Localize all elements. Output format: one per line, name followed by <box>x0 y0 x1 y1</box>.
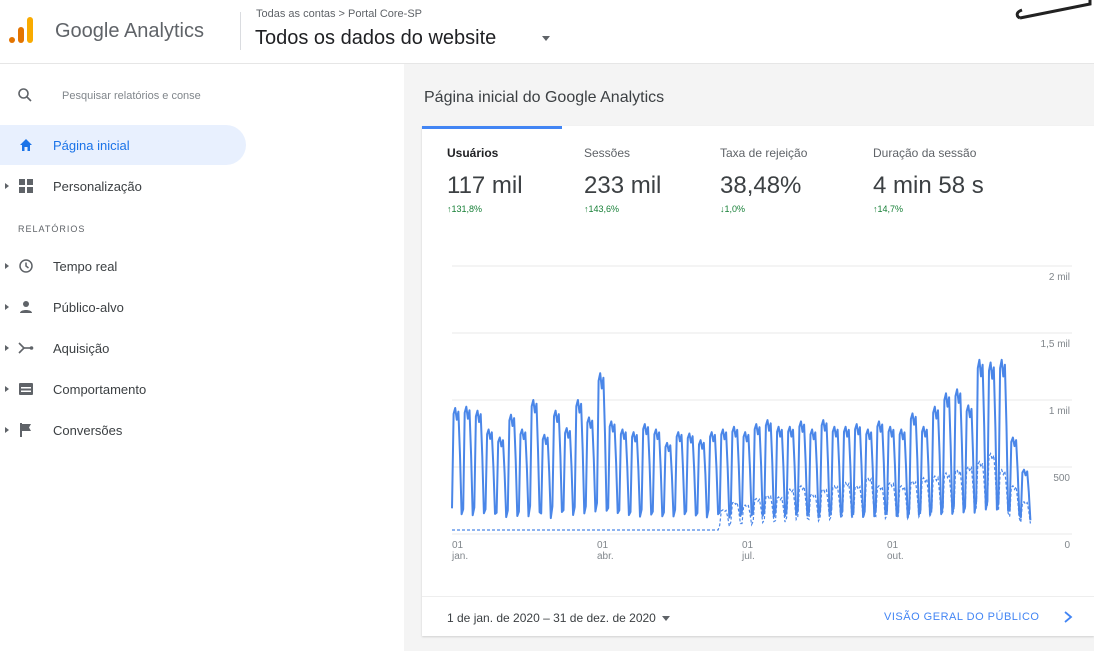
metric-label: Sessões <box>584 146 631 160</box>
view-selector[interactable]: Todos os dados do website <box>255 27 496 50</box>
metric-delta: ↑143,6% <box>584 204 620 214</box>
metric-bounce-rate[interactable]: Taxa de rejeição 38,48% ↓1,0% <box>720 146 807 214</box>
sidebar-item-label: Aquisição <box>53 341 110 356</box>
expand-arrow-icon[interactable] <box>5 345 9 351</box>
breadcrumb[interactable]: Todas as contas > Portal Core-SP <box>256 8 422 20</box>
dashboard-grid-icon <box>19 179 33 193</box>
flag-icon <box>20 423 31 437</box>
home-icon <box>20 139 32 151</box>
search-icon[interactable] <box>17 87 33 103</box>
users-line-chart[interactable]: 2 mil1,5 mil1 mil500001jan.01abr.01jul.0… <box>422 256 1094 576</box>
metric-delta: ↑14,7% <box>873 204 904 214</box>
search-row <box>0 78 250 114</box>
reports-section-title: RELATÓRIOS <box>18 224 86 234</box>
sidebar-item-label: Personalização <box>53 179 142 194</box>
clock-icon <box>19 259 33 273</box>
date-range-selector[interactable]: 1 de jan. de 2020 – 31 de dez. de 2020 <box>447 611 670 625</box>
metric-label: Taxa de rejeição <box>720 146 808 160</box>
app-header: Google Analytics Todas as contas > Porta… <box>0 0 1094 64</box>
chevron-down-icon <box>661 616 670 622</box>
sidebar-item-label: Público-alvo <box>53 300 124 315</box>
sidebar-item-label: Tempo real <box>53 259 118 274</box>
metric-value: 233 mil <box>584 172 662 199</box>
date-range-text: 1 de jan. de 2020 – 31 de dez. de 2020 <box>447 611 656 625</box>
sidebar-item-realtime[interactable]: Tempo real <box>0 246 246 286</box>
expand-arrow-icon[interactable] <box>5 386 9 392</box>
metric-label: Duração da sessão <box>873 146 977 160</box>
y-tick-label: 2 mil <box>1049 272 1070 283</box>
x-tick-label: 01 <box>452 540 464 551</box>
x-tick-label: jan. <box>451 551 468 562</box>
sidebar-item-label: Página inicial <box>53 138 130 153</box>
audience-card: Usuários 117 mil ↑131,8% Sessões 233 mil… <box>422 126 1094 636</box>
metric-value: 4 min 58 s <box>873 172 984 199</box>
page-title: Página inicial do Google Analytics <box>424 89 665 106</box>
view-dropdown-caret[interactable] <box>542 36 550 41</box>
analytics-logo[interactable] <box>9 15 35 45</box>
expand-arrow-icon[interactable] <box>5 304 9 310</box>
header-divider <box>240 12 241 50</box>
sidebar-item-home[interactable]: Página inicial <box>0 125 246 165</box>
metric-users[interactable]: Usuários 117 mil ↑131,8% <box>447 146 523 214</box>
y-tick-label: 0 <box>1064 540 1070 551</box>
person-icon <box>20 301 32 313</box>
x-tick-label: 01 <box>742 540 754 551</box>
card-footer: 1 de jan. de 2020 – 31 de dez. de 2020 V… <box>422 596 1094 636</box>
expand-arrow-icon[interactable] <box>5 263 9 269</box>
metric-session-duration[interactable]: Duração da sessão 4 min 58 s ↑14,7% <box>873 146 984 214</box>
y-tick-label: 1 mil <box>1049 406 1070 417</box>
sidebar: Página inicial Personalização RELATÓRIOS… <box>0 64 250 651</box>
brand-name: Google Analytics <box>55 20 204 42</box>
search-input[interactable] <box>62 86 232 106</box>
sidebar-item-behavior[interactable]: Comportamento <box>0 369 246 409</box>
metric-value: 38,48% <box>720 172 802 199</box>
selected-metric-indicator <box>422 126 562 129</box>
x-tick-label: 01 <box>597 540 609 551</box>
audience-overview-link[interactable]: VISÃO GERAL DO PÚBLICO <box>884 611 1039 623</box>
chevron-right-icon[interactable] <box>1062 610 1074 624</box>
expand-arrow-icon[interactable] <box>5 183 9 189</box>
metric-delta: ↓1,0% <box>720 204 746 214</box>
expand-arrow-icon[interactable] <box>5 427 9 433</box>
acquisition-icon <box>18 342 34 354</box>
sidebar-item-conversions[interactable]: Conversões <box>0 410 246 450</box>
metric-delta: ↑131,8% <box>447 204 483 214</box>
x-tick-label: jul. <box>741 551 755 562</box>
sidebar-item-label: Comportamento <box>53 382 147 397</box>
y-tick-label: 1,5 mil <box>1041 339 1070 350</box>
sidebar-item-audience[interactable]: Público-alvo <box>0 287 246 327</box>
main-content: Página inicial do Google Analytics Usuár… <box>404 64 1094 651</box>
x-tick-label: out. <box>887 551 904 562</box>
x-tick-label: 01 <box>887 540 899 551</box>
y-tick-label: 500 <box>1053 473 1070 484</box>
sidebar-item-acquisition[interactable]: Aquisição <box>0 328 246 368</box>
x-tick-label: abr. <box>597 551 614 562</box>
sidebar-item-label: Conversões <box>53 423 123 438</box>
corner-scribble <box>1015 0 1092 20</box>
sidebar-item-customization[interactable]: Personalização <box>0 166 246 206</box>
metric-value: 117 mil <box>447 172 523 199</box>
behavior-icon <box>19 383 33 395</box>
metric-label: Usuários <box>447 146 499 160</box>
metric-sessions[interactable]: Sessões 233 mil ↑143,6% <box>584 146 661 214</box>
